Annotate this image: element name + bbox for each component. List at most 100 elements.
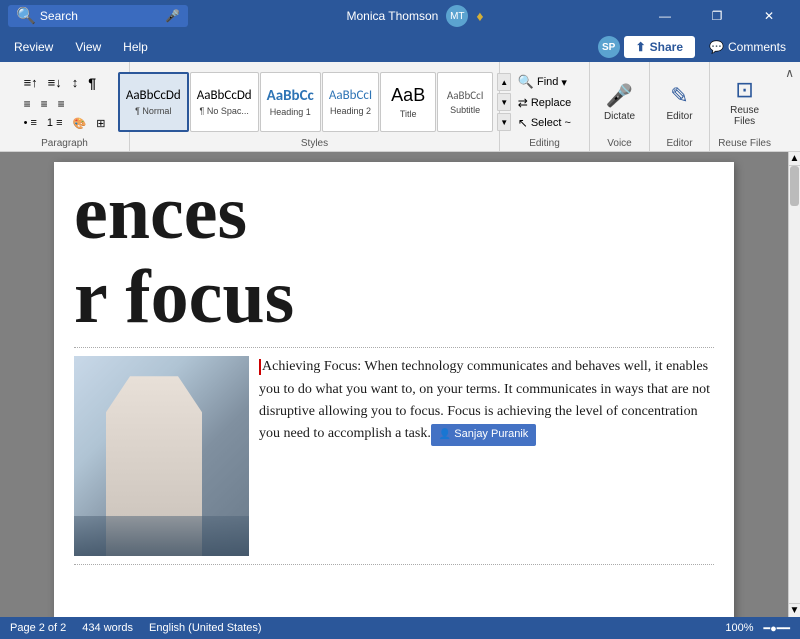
minimize-button[interactable]: —: [642, 0, 688, 32]
style-heading1-label: Heading 1: [270, 107, 311, 117]
status-bar: Page 2 of 2 434 words English (United St…: [0, 617, 800, 639]
search-box[interactable]: 🔍 Search 🎤: [8, 5, 188, 27]
reuse-files-button[interactable]: ⊡ Reuse Files: [716, 75, 773, 129]
decrease-indent-button[interactable]: ≡↑: [20, 73, 42, 93]
style-heading1-preview: AaBbCc: [267, 87, 314, 105]
style-title[interactable]: AaB Title: [380, 72, 436, 132]
reuse-files-group: ⊡ Reuse Files Reuse Files: [710, 62, 779, 151]
bottom-separator: [74, 564, 714, 565]
align-row: ≡ ≡ ≡: [20, 95, 110, 113]
scroll-up-button[interactable]: ▲: [789, 152, 800, 166]
document-content: ences r focus Achieving Focus: When tech…: [0, 152, 788, 617]
scroll-track[interactable]: [789, 166, 800, 603]
editing-content: 🔍 Find ▾ ⇄ Replace ↖ Select ~: [512, 66, 577, 138]
align-left-button[interactable]: ≡: [20, 95, 35, 113]
reuse-files-group-label: Reuse Files: [718, 138, 771, 151]
menu-item-review[interactable]: Review: [4, 36, 63, 58]
microphone-icon: 🎤: [606, 83, 633, 109]
paragraph-group: ≡↑ ≡↓ ↕ ¶ ≡ ≡ ≡ • ≡ 1 ≡ 🎨 ⊞ Paragraph: [0, 62, 130, 151]
share-icon: ⬆: [636, 40, 646, 54]
editor-icon: ✎: [670, 83, 688, 109]
editor-button[interactable]: ✎ Editor: [655, 81, 705, 124]
border-button[interactable]: ⊞: [92, 115, 109, 132]
styles-content: AaBbCcDd ¶ Normal AaBbCcDd ¶ No Spac... …: [118, 66, 511, 138]
ribbon-collapse-button[interactable]: ∧: [779, 62, 800, 151]
styles-list: AaBbCcDd ¶ Normal AaBbCcDd ¶ No Spac... …: [118, 72, 493, 132]
editor-group-label: Editor: [666, 138, 692, 151]
bullet-list-button[interactable]: • ≡: [20, 115, 41, 132]
article-image: [74, 356, 249, 556]
sort-button[interactable]: ↕: [68, 73, 83, 93]
editing-buttons: 🔍 Find ▾ ⇄ Replace ↖ Select ~: [512, 72, 577, 132]
top-separator: [74, 347, 714, 348]
editing-group-label: Editing: [529, 138, 560, 151]
text-cursor: [259, 359, 261, 375]
replace-row: ⇄ Replace: [512, 94, 577, 112]
zoom-slider[interactable]: ━●━━: [763, 622, 790, 635]
comment-icon: 💬: [709, 40, 724, 54]
dictate-button[interactable]: 🎤 Dictate: [595, 81, 645, 124]
find-icon: 🔍: [518, 74, 534, 90]
status-bar-right: 100% ━●━━: [725, 622, 790, 635]
user-initials-badge: SP: [598, 36, 620, 58]
body-paragraph: Achieving Focus: When technology communi…: [259, 356, 714, 446]
select-icon: ↖: [518, 116, 528, 130]
style-normal[interactable]: AaBbCcDd ¶ Normal: [118, 72, 189, 132]
style-heading1[interactable]: AaBbCc Heading 1: [260, 72, 321, 132]
style-no-spacing-preview: AaBbCcDd: [197, 88, 252, 104]
body-area: Achieving Focus: When technology communi…: [54, 356, 734, 556]
heading-line1: ences: [74, 172, 734, 256]
document-area: ences r focus Achieving Focus: When tech…: [0, 152, 800, 617]
title-bar-center: Monica Thomson MT ♦: [347, 5, 484, 27]
scroll-thumb[interactable]: [790, 166, 799, 206]
page-info: Page 2 of 2: [10, 622, 66, 634]
style-title-preview: AaB: [391, 85, 425, 107]
style-no-spacing[interactable]: AaBbCcDd ¶ No Spac...: [190, 72, 259, 132]
menu-item-help[interactable]: Help: [113, 36, 158, 58]
numbered-list-button[interactable]: 1 ≡: [43, 115, 67, 132]
styles-group: AaBbCcDd ¶ Normal AaBbCcDd ¶ No Spac... …: [130, 62, 500, 151]
menu-item-view[interactable]: View: [65, 36, 111, 58]
style-no-spacing-label: ¶ No Spac...: [200, 106, 249, 116]
editor-content: ✎ Editor: [655, 66, 705, 138]
voice-group: 🎤 Dictate Voice: [590, 62, 650, 151]
restore-button[interactable]: ❐: [694, 0, 740, 32]
increase-indent-button[interactable]: ≡↓: [44, 73, 66, 93]
style-heading2-preview: AaBbCcI: [329, 88, 372, 104]
style-subtitle-preview: AaBbCcI: [447, 89, 484, 102]
replace-icon: ⇄: [518, 96, 528, 110]
style-heading2[interactable]: AaBbCcI Heading 2: [322, 72, 379, 132]
select-button[interactable]: ↖ Select ~: [512, 114, 577, 132]
vertical-scrollbar[interactable]: ▲ ▼: [788, 152, 800, 617]
close-button[interactable]: ✕: [746, 0, 792, 32]
styles-group-label: Styles: [301, 138, 328, 151]
align-center-button[interactable]: ≡: [37, 95, 52, 113]
align-right-button[interactable]: ≡: [54, 95, 69, 113]
style-subtitle[interactable]: AaBbCcI Subtitle: [437, 72, 493, 132]
replace-button[interactable]: ⇄ Replace: [512, 94, 577, 112]
reuse-icon: ⊡: [735, 77, 753, 103]
select-row: ↖ Select ~: [512, 114, 577, 132]
mic-icon: 🎤: [165, 9, 180, 23]
style-title-label: Title: [400, 109, 417, 119]
comments-button[interactable]: 💬 Comments: [699, 36, 796, 58]
style-normal-preview: AaBbCcDd: [126, 88, 181, 104]
shading-button[interactable]: 🎨: [69, 115, 91, 132]
comment-bubble: 👤Sanjay Puranik: [431, 424, 536, 446]
paragraph-group-label: Paragraph: [41, 138, 88, 151]
show-para-button[interactable]: ¶: [84, 73, 100, 93]
style-heading2-label: Heading 2: [330, 106, 371, 116]
scroll-down-button[interactable]: ▼: [789, 603, 800, 617]
paragraph-buttons: ≡↑ ≡↓ ↕ ¶ ≡ ≡ ≡ • ≡ 1 ≡ 🎨 ⊞: [20, 73, 110, 132]
list-row: • ≡ 1 ≡ 🎨 ⊞: [20, 115, 110, 132]
search-placeholder: Search: [40, 9, 78, 23]
word-count: 434 words: [82, 622, 133, 634]
find-button[interactable]: 🔍 Find ▾: [512, 72, 573, 92]
reuse-content: ⊡ Reuse Files: [716, 66, 773, 138]
share-button[interactable]: ⬆ Share: [624, 36, 695, 58]
voice-group-label: Voice: [607, 138, 631, 151]
style-subtitle-label: Subtitle: [450, 105, 480, 115]
style-normal-label: ¶ Normal: [135, 106, 171, 116]
diamond-icon: ♦: [476, 8, 483, 24]
search-icon: 🔍: [16, 6, 36, 26]
